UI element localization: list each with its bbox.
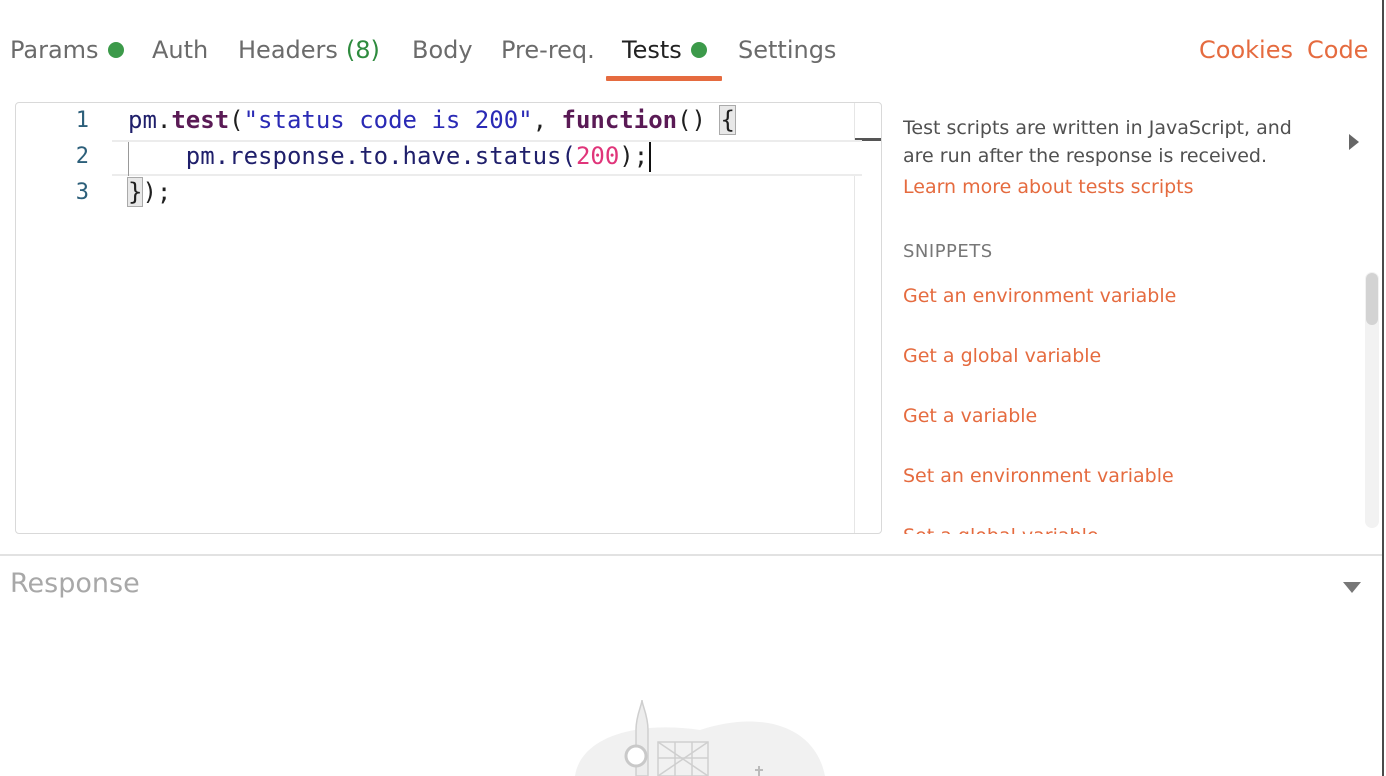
line-number: 2: [75, 144, 89, 169]
collapse-panel-arrow-icon[interactable]: [1349, 134, 1359, 150]
line-number: 1: [75, 108, 89, 133]
tab-body[interactable]: Body: [412, 32, 473, 68]
snippet-set-global-variable[interactable]: Set a global variable: [903, 525, 1099, 534]
code-line-text[interactable]: pm.response.to.have.status(200);: [128, 142, 652, 172]
code-token-string: "status code is 200": [243, 106, 533, 134]
tab-auth[interactable]: Auth: [152, 32, 208, 68]
learn-more-link[interactable]: Learn more about tests scripts: [903, 176, 1194, 198]
params-status-dot-icon: [107, 42, 124, 58]
code-token-punct: (: [229, 106, 244, 134]
code-token-number: 200: [575, 142, 620, 170]
snippet-set-environment-variable[interactable]: Set an environment variable: [903, 465, 1174, 487]
tab-headers-label: Headers: [238, 36, 338, 64]
code-token-punct: );: [619, 142, 649, 170]
tab-headers[interactable]: Headers (8): [238, 32, 380, 68]
tab-params-label: Params: [10, 36, 99, 64]
tab-auth-label: Auth: [152, 36, 209, 64]
code-token-punct: .: [156, 106, 172, 134]
code-line-text[interactable]: });: [126, 177, 172, 207]
snippet-get-variable[interactable]: Get a variable: [903, 405, 1037, 427]
response-divider[interactable]: [0, 554, 1382, 556]
tab-body-label: Body: [412, 36, 473, 64]
code-link[interactable]: Code: [1307, 32, 1368, 68]
tab-pre-request-label: Pre-req.: [501, 36, 595, 64]
snippets-scrollbar-thumb[interactable]: [1366, 273, 1378, 325]
rocket-illustration-icon: [575, 700, 825, 776]
snippets-heading: SNIPPETS: [903, 241, 993, 262]
window-edge: [1382, 0, 1384, 776]
tab-settings[interactable]: Settings: [738, 32, 836, 68]
request-editor-page: Params Auth Headers (8) Body Pre-req. Te…: [0, 0, 1386, 776]
code-token-var: pm: [128, 106, 157, 134]
code-token-punct: );: [142, 178, 172, 206]
response-collapse-chevron-down-icon[interactable]: [1343, 582, 1361, 593]
code-token-keyword: function: [561, 106, 678, 134]
response-title: Response: [10, 568, 140, 599]
line-number: 3: [75, 180, 89, 205]
active-tab-indicator: [606, 76, 722, 81]
matching-brace: {: [719, 105, 736, 135]
matching-brace: }: [126, 177, 144, 207]
code-token-function-name: test: [171, 106, 230, 134]
tab-params[interactable]: Params: [10, 32, 124, 68]
code-token-punct: (): [677, 106, 721, 134]
cookies-link[interactable]: Cookies: [1199, 32, 1293, 68]
tests-description: Test scripts are written in JavaScript, …: [903, 117, 1292, 167]
code-line-text[interactable]: pm.test("status code is 200", function()…: [128, 105, 736, 135]
tab-settings-label: Settings: [738, 36, 837, 64]
tab-tests-label: Tests: [622, 36, 682, 64]
tests-status-dot-icon: [690, 42, 707, 58]
tests-help-panel: Test scripts are written in JavaScript, …: [903, 102, 1363, 534]
tab-tests[interactable]: Tests: [622, 32, 707, 68]
code-token-chain: pm.response.to.have.status(: [185, 142, 576, 170]
snippet-get-environment-variable[interactable]: Get an environment variable: [903, 285, 1176, 307]
code-token-punct: ,: [532, 106, 562, 134]
snippet-get-global-variable[interactable]: Get a global variable: [903, 345, 1101, 367]
request-tab-bar: Params Auth Headers (8) Body Pre-req. Te…: [0, 0, 1386, 82]
tab-pre-request[interactable]: Pre-req.: [501, 32, 595, 68]
text-cursor: [649, 142, 652, 172]
headers-count: (8): [345, 36, 380, 64]
